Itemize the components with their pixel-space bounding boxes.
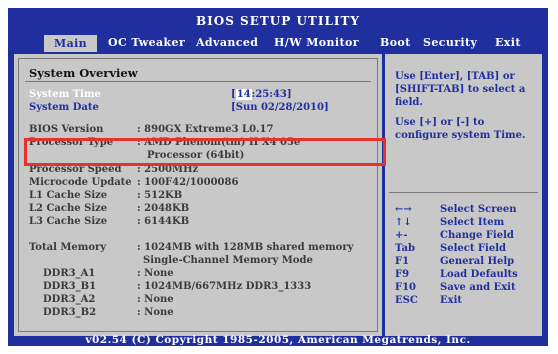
key-desc-exit: Exit bbox=[440, 295, 463, 306]
l3-cache-value: : 6144KB bbox=[137, 216, 190, 227]
microcode-value: : 100F42/1000086 bbox=[137, 177, 239, 188]
esc-key: ESC bbox=[395, 295, 418, 306]
help-text-top: Use [Enter], [TAB] or [SHIFT-TAB] to sel… bbox=[395, 71, 526, 108]
key-desc-save-exit: Save and Exit bbox=[440, 282, 516, 293]
key-desc-load-defaults: Load Defaults bbox=[440, 269, 518, 280]
ddr3-b1-label: DDR3_B1 bbox=[43, 281, 97, 292]
system-date-label[interactable]: System Date bbox=[29, 102, 99, 113]
l2-cache-label: L2 Cache Size bbox=[29, 203, 108, 214]
system-date-value[interactable]: [Sun 02/28/2010] bbox=[231, 102, 329, 113]
section-title: System Overview bbox=[29, 66, 138, 80]
ddr3-a2-label: DDR3_A2 bbox=[43, 294, 96, 305]
bios-version-value: : 890GX Extreme3 L0.17 bbox=[137, 124, 274, 135]
f10-key: F10 bbox=[395, 282, 417, 293]
arrow-lr-icon: ←→ bbox=[395, 204, 412, 215]
copyright-footer: v02.54 (C) Copyright 1985-2005, American… bbox=[85, 334, 471, 346]
system-time-field[interactable]: [14:25:43] bbox=[231, 89, 292, 100]
section-divider bbox=[25, 81, 371, 82]
system-time-rest: :25:43] bbox=[251, 89, 292, 100]
bios-window: BIOS SETUP UTILITY Main OC Tweaker Advan… bbox=[8, 8, 548, 346]
ddr3-b1-value: : 1024MB/667MHz DDR3_1333 bbox=[137, 281, 312, 292]
key-desc-change-field: Change Field bbox=[440, 230, 514, 241]
system-time-label[interactable]: System Time bbox=[29, 89, 101, 100]
total-memory-value: : 1024MB with 128MB shared memory bbox=[137, 242, 354, 253]
key-desc-select-item: Select Item bbox=[440, 217, 505, 228]
tab-main[interactable]: Main bbox=[44, 35, 98, 52]
memory-mode-value: Single-Channel Memory Mode bbox=[143, 255, 313, 266]
ddr3-a2-value: : None bbox=[137, 294, 174, 305]
tab-security[interactable]: Security bbox=[423, 36, 477, 49]
arrow-ud-icon: ↑↓ bbox=[395, 217, 412, 228]
tab-oc-tweaker[interactable]: OC Tweaker bbox=[108, 36, 185, 49]
tab-key: Tab bbox=[395, 243, 415, 254]
l2-cache-value: : 2048KB bbox=[137, 203, 190, 214]
menu-bar: Main OC Tweaker Advanced H/W Monitor Boo… bbox=[8, 32, 548, 54]
total-memory-label: Total Memory bbox=[29, 242, 107, 253]
bios-version-label: BIOS Version bbox=[29, 124, 104, 135]
plus-minus-key: +- bbox=[395, 230, 408, 241]
ddr3-a1-value: : None bbox=[137, 268, 174, 279]
tab-exit[interactable]: Exit bbox=[495, 36, 521, 49]
ddr3-b2-value: : None bbox=[137, 307, 174, 318]
l1-cache-value: : 512KB bbox=[137, 190, 183, 201]
system-time-hour[interactable]: 14 bbox=[235, 89, 252, 100]
help-divider bbox=[389, 192, 538, 193]
microcode-label: Microcode Update bbox=[29, 177, 132, 188]
f1-key: F1 bbox=[395, 256, 410, 267]
key-desc-select-screen: Select Screen bbox=[440, 204, 517, 215]
help-panel: Use [Enter], [TAB] or [SHIFT-TAB] to sel… bbox=[385, 54, 542, 336]
help-text-bottom: Use [+] or [-] to configure system Time. bbox=[395, 117, 526, 141]
key-desc-select-field: Select Field bbox=[440, 243, 506, 254]
key-desc-general-help: General Help bbox=[440, 256, 515, 267]
bios-title: BIOS SETUP UTILITY bbox=[195, 14, 360, 28]
tab-hw-monitor[interactable]: H/W Monitor bbox=[274, 36, 359, 49]
l3-cache-label: L3 Cache Size bbox=[29, 216, 108, 227]
ddr3-b2-label: DDR3_B2 bbox=[43, 307, 97, 318]
tab-boot[interactable]: Boot bbox=[380, 36, 411, 49]
overview-box: System Overview System Time [14:25:43] S… bbox=[18, 58, 378, 332]
main-panel: System Overview System Time [14:25:43] S… bbox=[14, 54, 382, 336]
tab-advanced[interactable]: Advanced bbox=[196, 36, 258, 49]
ddr3-a1-label: DDR3_A1 bbox=[43, 268, 96, 279]
l1-cache-label: L1 Cache Size bbox=[29, 190, 108, 201]
f9-key: F9 bbox=[395, 269, 410, 280]
processor-highlight-box bbox=[24, 138, 386, 166]
